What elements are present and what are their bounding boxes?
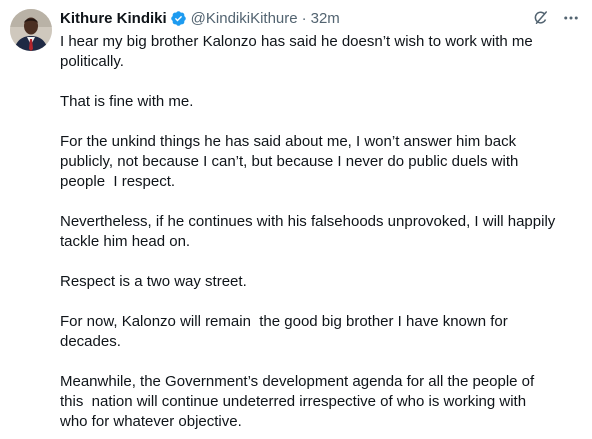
tweet-paragraph: For the unkind things he has said about … <box>60 133 519 190</box>
tweet-text: I hear my big brother Kalonzo has said h… <box>60 32 580 432</box>
verified-badge-icon[interactable] <box>170 10 187 27</box>
tweet-paragraph: Nevertheless, if he continues with his f… <box>60 213 556 250</box>
tweet-content: Kithure Kindiki @KindikiKithure · 32m I … <box>60 6 580 432</box>
tweet-paragraph: I hear my big brother Kalonzo has said h… <box>60 33 533 70</box>
separator-dot: · <box>301 9 307 27</box>
tweet[interactable]: Kithure Kindiki @KindikiKithure · 32m I … <box>0 0 592 439</box>
avatar[interactable] <box>10 9 52 51</box>
more-options-icon[interactable] <box>562 9 580 27</box>
tweet-paragraph: Respect is a two way street. <box>60 273 247 290</box>
tweet-header: Kithure Kindiki @KindikiKithure · 32m <box>60 6 580 30</box>
author-name[interactable]: Kithure Kindiki <box>60 10 167 27</box>
tweet-paragraph: For now, Kalonzo will remain the good bi… <box>60 313 508 350</box>
tweet-paragraph: Meanwhile, the Government’s development … <box>60 373 535 430</box>
tweet-paragraph: That is fine with me. <box>60 93 194 110</box>
tweet-timestamp[interactable]: 32m <box>311 10 340 27</box>
avatar-image <box>10 9 52 51</box>
tweet-actions <box>532 6 580 30</box>
author-handle[interactable]: @KindikiKithure <box>191 10 298 27</box>
grok-icon[interactable] <box>532 9 550 27</box>
